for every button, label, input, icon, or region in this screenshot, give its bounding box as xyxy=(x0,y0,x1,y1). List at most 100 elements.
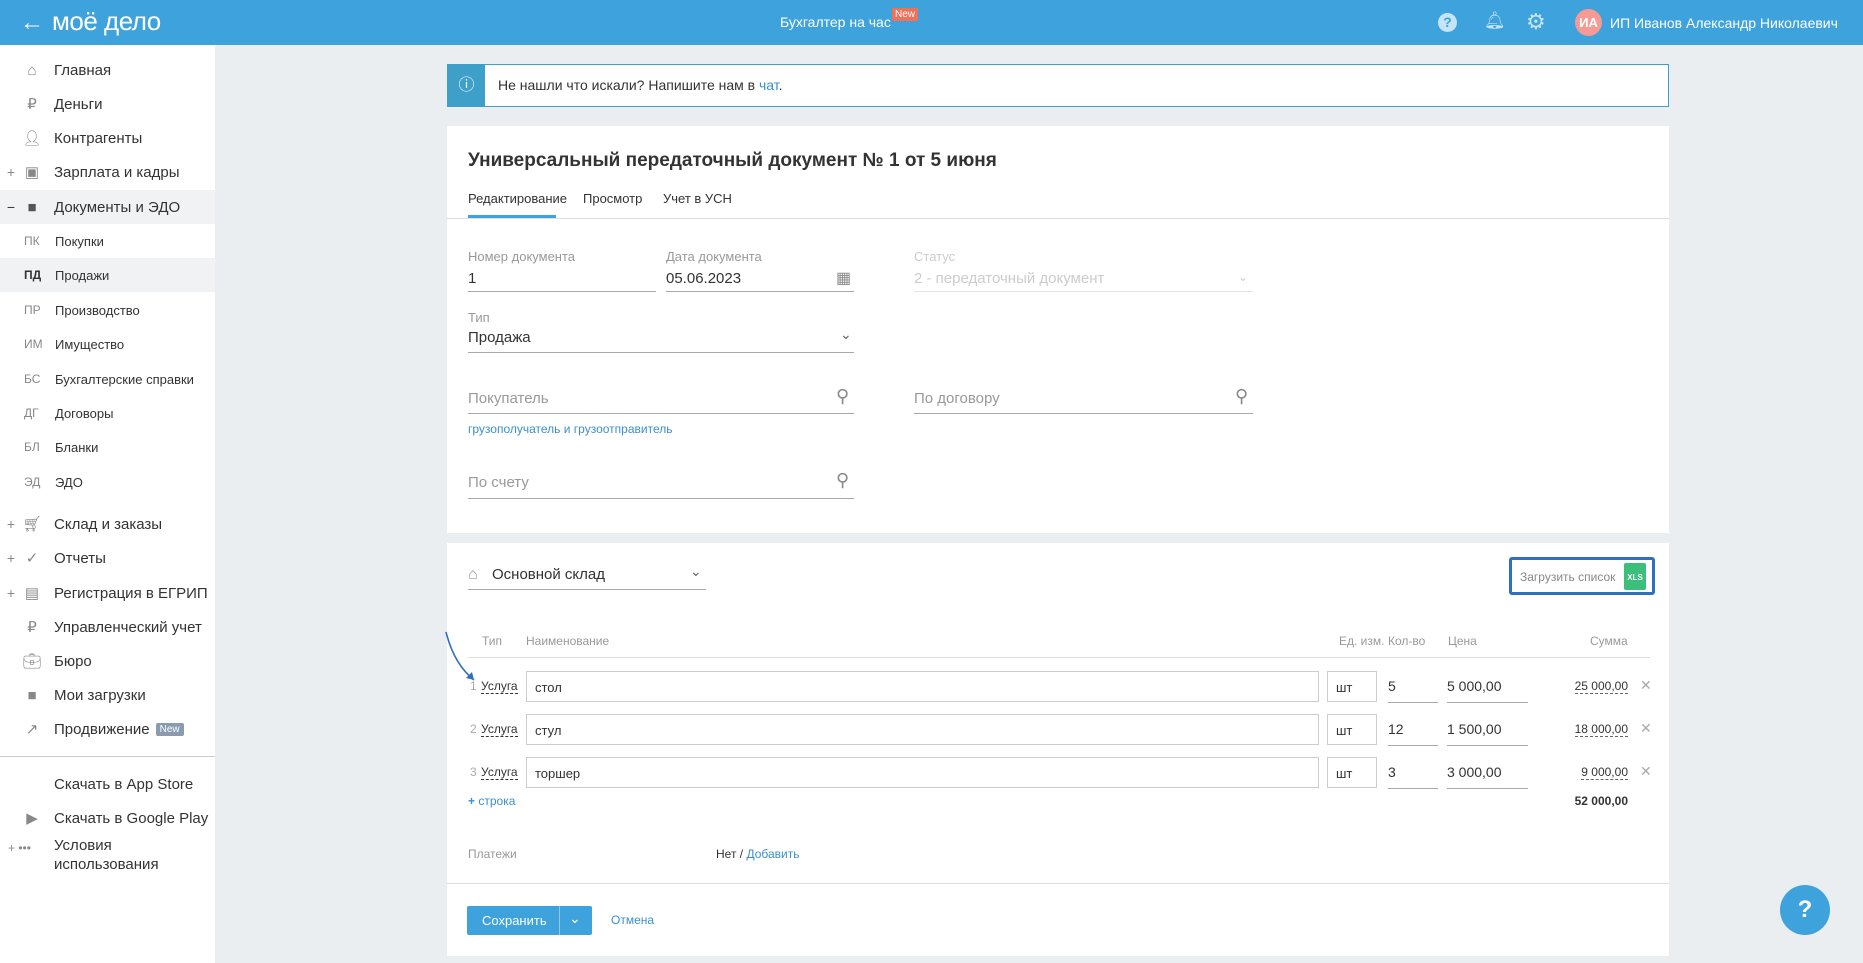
terms-link[interactable]: + ••• Условия использования xyxy=(0,836,215,880)
row-type-toggle[interactable]: Услуга xyxy=(481,679,518,694)
sidebar-item-promotion[interactable]: ↗ Продвижение New xyxy=(0,712,215,746)
payments-value: Нет / Добавить xyxy=(716,847,800,861)
tab-usn[interactable]: Учет в УСН xyxy=(663,191,732,206)
chevron-down-icon[interactable]: ⌄ xyxy=(569,910,581,927)
sidebar: ⌂ Главная ₽ Деньги 👤︎ Контрагенты + ▣ Зарплат… xyxy=(0,45,215,963)
google-play-link[interactable]: ▶ Скачать в Google Play xyxy=(0,801,215,835)
row-price-input[interactable]: 3 000,00 xyxy=(1447,764,1502,780)
delete-row-icon[interactable]: ✕ xyxy=(1640,720,1652,737)
type-select[interactable]: Продажа xyxy=(468,329,531,346)
invoice-input[interactable]: По счету xyxy=(468,474,529,491)
sidebar-item-uploads[interactable]: ■ Мои загрузки xyxy=(0,678,215,712)
row-sum[interactable]: 25 000,00 xyxy=(1574,679,1628,694)
help-fab-button[interactable]: ? xyxy=(1780,885,1830,935)
help-icon[interactable]: ? xyxy=(1438,13,1457,32)
row-qty-input[interactable]: 3 xyxy=(1388,764,1396,780)
sidebar-item-management[interactable]: ₽ Управленческий учет xyxy=(0,610,215,644)
cancel-link[interactable]: Отмена xyxy=(611,913,654,927)
sidebar-subitem-sales[interactable]: ПД Продажи xyxy=(0,258,215,292)
table-header-divider xyxy=(468,657,1650,658)
row-name-input[interactable]: стол xyxy=(526,671,1319,702)
sidebar-subitem-contracts[interactable]: ДГ Договоры xyxy=(0,396,215,430)
expand-icon: + xyxy=(6,516,16,532)
registration-icon: ▤ xyxy=(24,585,40,602)
delete-row-icon[interactable]: ✕ xyxy=(1640,763,1652,780)
abbr: БС xyxy=(24,372,41,386)
divider xyxy=(0,756,215,757)
sidebar-subitem-property[interactable]: ИМ Имущество xyxy=(0,327,215,361)
sidebar-item-money[interactable]: ₽ Деньги xyxy=(0,87,215,121)
row-sum[interactable]: 18 000,00 xyxy=(1574,722,1628,737)
sidebar-item-salary[interactable]: + ▣ Зарплата и кадры xyxy=(0,155,215,189)
col-unit: Ед. изм. xyxy=(1339,634,1385,648)
sidebar-item-reports[interactable]: + ✓ Отчеты xyxy=(0,541,215,575)
save-button[interactable]: Сохранить ⌄ xyxy=(467,906,592,935)
sidebar-item-label: Скачать в Google Play xyxy=(54,809,209,827)
row-number: 3 xyxy=(470,765,477,779)
qty-underline xyxy=(1388,745,1438,746)
doc-date-input[interactable]: 05.06.2023 xyxy=(666,270,741,287)
row-price-input[interactable]: 1 500,00 xyxy=(1447,721,1502,737)
sidebar-item-registration[interactable]: + ▤ Регистрация в ЕГРИП xyxy=(0,576,215,610)
upload-list-button[interactable]: Загрузить список XLS xyxy=(1509,557,1655,595)
row-type-toggle[interactable]: Услуга xyxy=(481,765,518,780)
delete-row-icon[interactable]: ✕ xyxy=(1640,677,1652,694)
sidebar-subitem-edo[interactable]: ЭД ЭДО xyxy=(0,465,215,499)
apple-icon xyxy=(22,775,42,793)
sidebar-subitem-forms[interactable]: БЛ Бланки xyxy=(0,430,215,464)
avatar[interactable]: ИА xyxy=(1575,9,1602,36)
info-banner: ⓘ Не нашли что искали? Напишите нам в ча… xyxy=(447,64,1669,107)
col-type: Тип xyxy=(482,634,503,648)
row-qty-input[interactable]: 12 xyxy=(1388,721,1404,737)
doc-date-label: Дата документа xyxy=(666,249,762,264)
row-sum[interactable]: 9 000,00 xyxy=(1581,765,1628,780)
row-name-input[interactable]: стул xyxy=(526,714,1319,745)
sidebar-item-home[interactable]: ⌂ Главная xyxy=(0,53,215,87)
doc-date-underline xyxy=(666,291,854,292)
add-row-link[interactable]: + строка xyxy=(468,794,515,808)
search-icon[interactable]: ⚲ xyxy=(1235,386,1248,407)
row-unit-input[interactable]: шт xyxy=(1327,757,1377,788)
sidebar-item-label: Договоры xyxy=(55,405,114,421)
bell-icon[interactable]: 🔔︎ xyxy=(1484,11,1506,31)
sidebar-item-label: Главная xyxy=(54,61,112,79)
user-name[interactable]: ИП Иванов Александр Николаевич xyxy=(1610,15,1838,31)
calendar-icon[interactable]: ▦ xyxy=(836,268,851,288)
sidebar-item-label: Склад и заказы xyxy=(54,515,163,533)
tab-preview[interactable]: Просмотр xyxy=(583,191,642,206)
row-name-input[interactable]: торшер xyxy=(526,757,1319,788)
sidebar-subitem-purchases[interactable]: ПК Покупки xyxy=(0,224,215,258)
buyer-input[interactable]: Покупатель xyxy=(468,390,549,407)
logo[interactable]: моё дело xyxy=(52,6,161,37)
warehouse-select[interactable]: Основной склад xyxy=(492,566,605,583)
row-unit-input[interactable]: шт xyxy=(1327,714,1377,745)
gear-icon[interactable]: ⚙ xyxy=(1526,9,1546,35)
row-price-input[interactable]: 5 000,00 xyxy=(1447,678,1502,694)
back-arrow-icon[interactable]: ← xyxy=(20,9,44,37)
chat-link[interactable]: чат xyxy=(759,77,779,93)
consignee-link[interactable]: грузополучатель и грузоотправитель xyxy=(468,422,672,436)
row-unit-input[interactable]: шт xyxy=(1327,671,1377,702)
sidebar-item-bureau[interactable]: 💼︎ Бюро xyxy=(0,644,215,678)
sidebar-item-warehouse[interactable]: + 🛒︎ Склад и заказы xyxy=(0,507,215,541)
sidebar-subitem-statements[interactable]: БС Бухгалтерские справки xyxy=(0,362,215,396)
sidebar-item-documents[interactable]: − ■ Документы и ЭДО xyxy=(0,190,215,224)
col-sum: Сумма xyxy=(1590,634,1628,648)
chevron-down-icon[interactable]: ⌄ xyxy=(840,326,852,343)
chevron-down-icon[interactable]: ⌄ xyxy=(690,563,702,580)
sidebar-item-label: Отчеты xyxy=(54,549,106,567)
upload-label: Загрузить список xyxy=(1520,570,1616,584)
add-payment-link[interactable]: Добавить xyxy=(746,847,799,861)
abbr: ЭД xyxy=(24,475,41,489)
sidebar-subitem-production[interactable]: ПР Производство xyxy=(0,293,215,327)
search-icon[interactable]: ⚲ xyxy=(836,386,849,407)
contract-input[interactable]: По договору xyxy=(914,390,1000,407)
row-qty-input[interactable]: 5 xyxy=(1388,678,1396,694)
tab-edit[interactable]: Редактирование xyxy=(468,191,567,206)
sidebar-item-contractors[interactable]: 👤︎ Контрагенты xyxy=(0,121,215,155)
doc-number-input[interactable]: 1 xyxy=(468,270,476,287)
row-type-toggle[interactable]: Услуга xyxy=(481,722,518,737)
app-store-link[interactable]: Скачать в App Store xyxy=(0,767,215,801)
search-icon[interactable]: ⚲ xyxy=(836,470,849,491)
accountant-hour-link[interactable]: Бухгалтер на час xyxy=(780,14,891,30)
